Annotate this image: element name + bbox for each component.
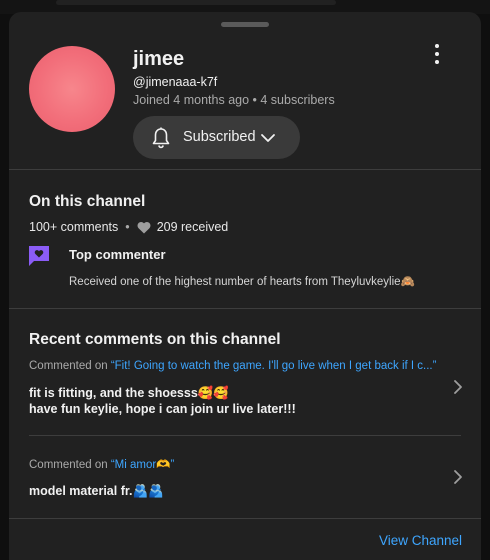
view-channel-button[interactable]: View Channel xyxy=(379,533,462,548)
video-title-link[interactable]: “Mi amor🫶” xyxy=(111,459,175,471)
commented-on-prefix: Commented on xyxy=(29,360,111,372)
channel-bottom-sheet: jimee @jimenaaa-k7f Joined 4 months ago … xyxy=(9,12,481,560)
top-commenter-title: Top commenter xyxy=(69,247,166,262)
comment-line: fit is fitting, and the shoesss🥰🥰 xyxy=(29,386,229,400)
comment-text: fit is fitting, and the shoesss🥰🥰 have f… xyxy=(29,385,296,417)
top-commenter-description: Received one of the highest number of he… xyxy=(69,276,415,288)
comment-line: have fun keylie, hope i can join ur live… xyxy=(29,402,296,416)
chevron-down-icon xyxy=(261,134,275,142)
subscribed-label: Subscribed xyxy=(183,129,256,145)
chevron-right-icon xyxy=(454,470,462,484)
commented-on-prefix: Commented on xyxy=(29,459,111,471)
on-channel-title: On this channel xyxy=(29,193,146,210)
divider xyxy=(9,308,481,309)
background-ghost-text xyxy=(56,0,336,5)
joined-info: Joined 4 months ago • 4 subscribers xyxy=(133,93,335,107)
heart-icon xyxy=(137,221,151,233)
comment-reference: Commented on “Mi amor🫶” xyxy=(29,457,174,471)
chevron-right-icon xyxy=(454,380,462,394)
divider xyxy=(9,518,481,519)
comment-text: model material fr.🫂🫂 xyxy=(29,483,164,499)
subscribed-button[interactable]: Subscribed xyxy=(133,116,300,159)
comment-line: model material fr.🫂🫂 xyxy=(29,484,164,498)
video-title-link[interactable]: “Fit! Going to watch the game. I'll go l… xyxy=(111,360,437,372)
stats-separator: • xyxy=(125,220,130,234)
top-commenter-badge-icon xyxy=(29,246,49,266)
comments-count: 100+ comments xyxy=(29,220,119,234)
bell-icon xyxy=(152,127,170,149)
recent-comments-title: Recent comments on this channel xyxy=(29,331,281,348)
divider xyxy=(9,169,481,170)
comment-item[interactable]: Commented on “Fit! Going to watch the ga… xyxy=(9,352,481,437)
avatar[interactable] xyxy=(29,46,115,132)
channel-name: jimee xyxy=(133,48,185,70)
comment-item[interactable]: Commented on “Mi amor🫶” model material f… xyxy=(9,448,481,516)
kebab-menu-icon[interactable] xyxy=(427,42,447,66)
hearts-received: 209 received xyxy=(156,220,229,234)
comment-divider xyxy=(29,435,461,436)
channel-handle: @jimenaaa-k7f xyxy=(133,75,218,89)
comment-reference: Commented on “Fit! Going to watch the ga… xyxy=(29,360,436,372)
drag-handle[interactable] xyxy=(221,22,269,27)
channel-stats: 100+ comments • 209 received xyxy=(29,220,228,234)
